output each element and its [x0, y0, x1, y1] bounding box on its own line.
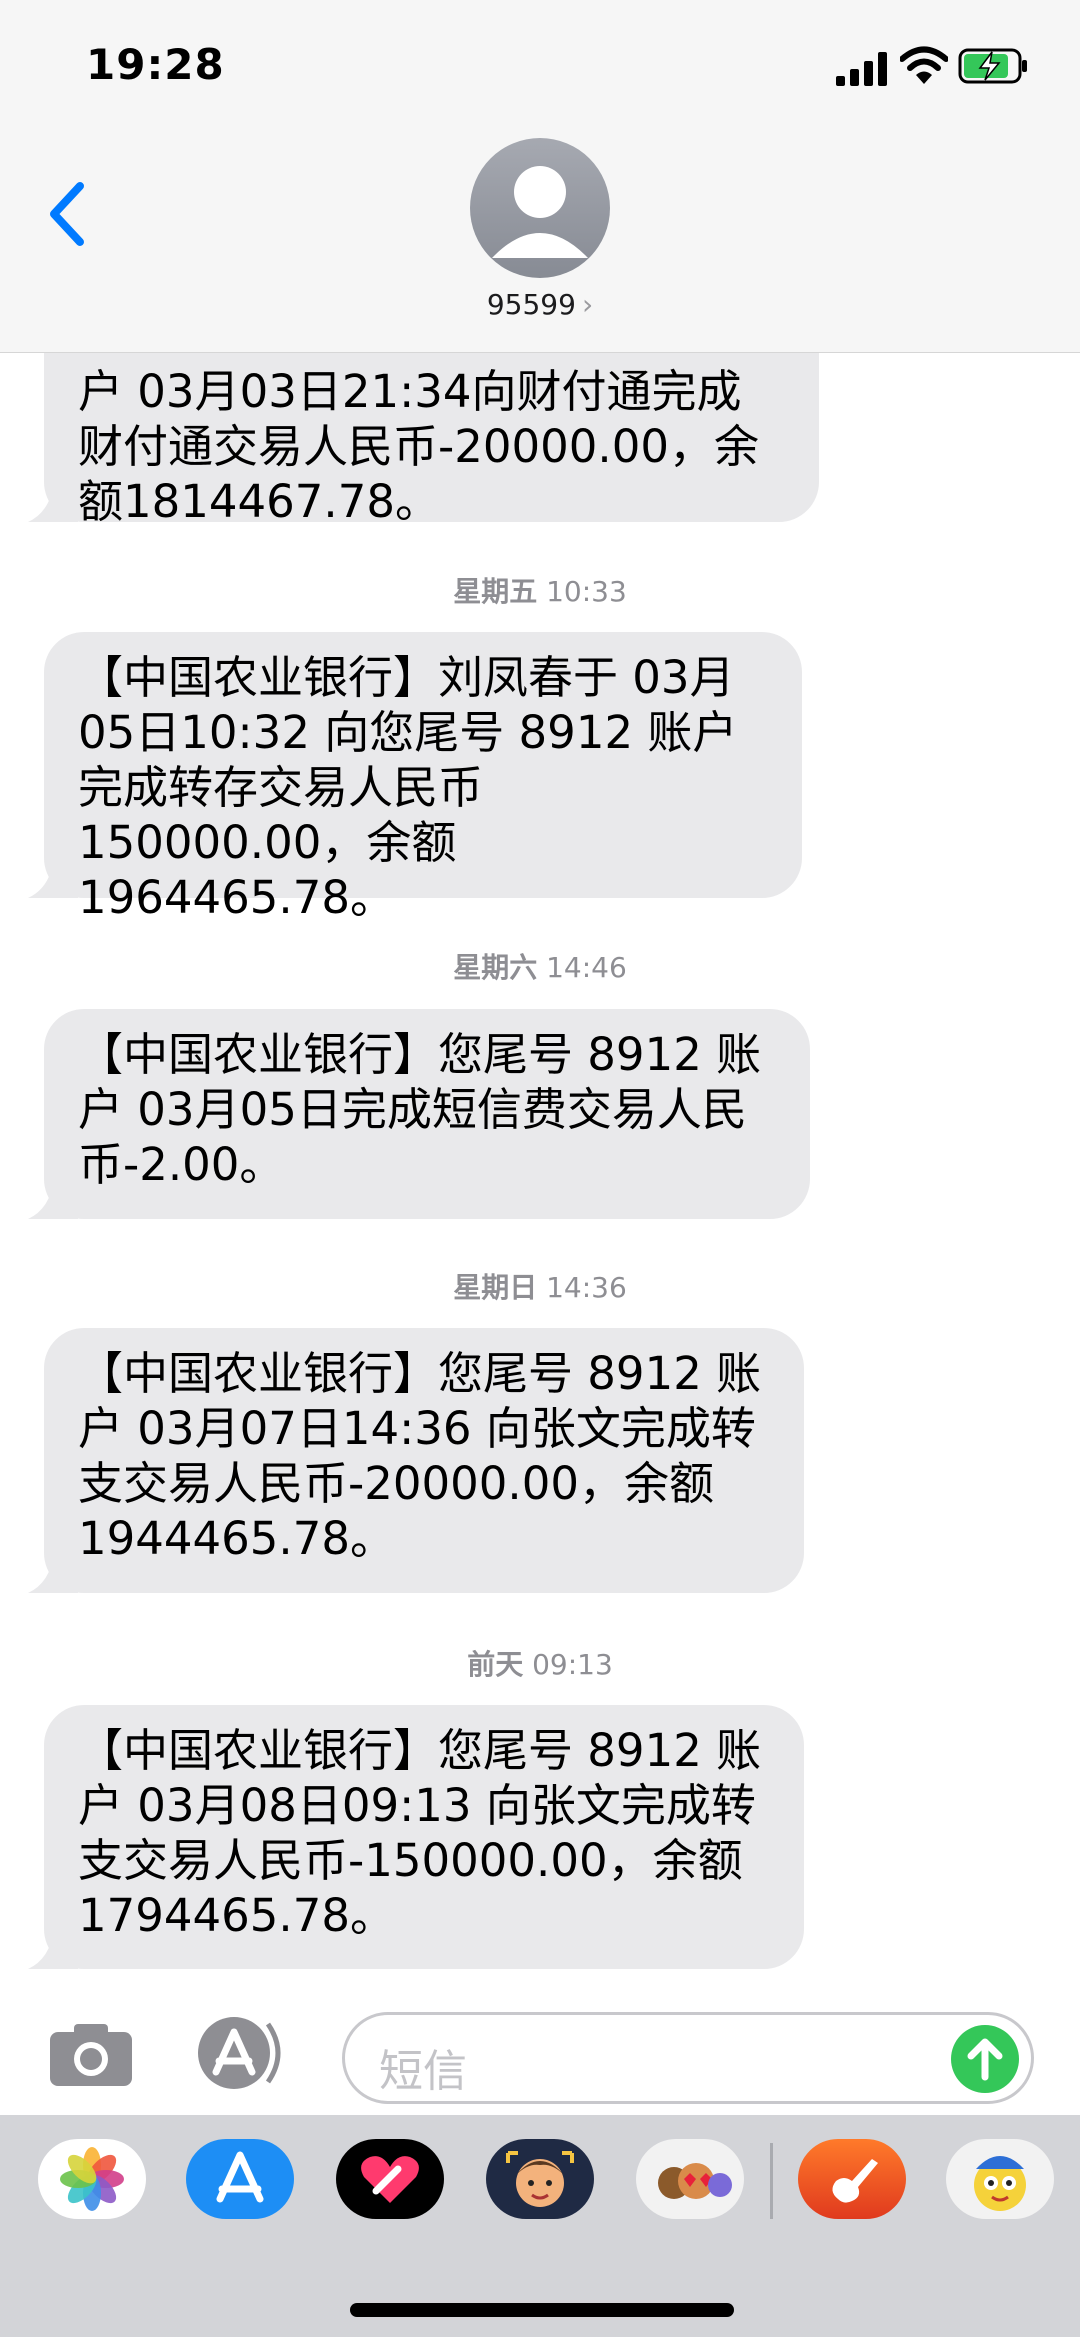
- person-icon: [492, 166, 588, 258]
- message-bubble: 【中国农业银行】您尾号 8912 账户 03月07日14:36 向张文完成转支交…: [28, 1328, 804, 1593]
- contact-name[interactable]: 95599 ›: [0, 288, 1080, 321]
- timestamp-day: 前天: [467, 1648, 524, 1681]
- sticker-app-icon[interactable]: [946, 2139, 1054, 2219]
- message-input[interactable]: 短信: [342, 2012, 1034, 2104]
- timestamp-time: 14:36: [546, 1271, 627, 1304]
- app-store-icon[interactable]: [186, 2139, 294, 2219]
- bubble-tail: [28, 858, 78, 898]
- message-timestamp: 前天 09:13: [0, 1643, 1080, 1683]
- app-strip-divider: [770, 2143, 773, 2219]
- digital-touch-icon[interactable]: [336, 2139, 444, 2219]
- memoji-icon[interactable]: [486, 2139, 594, 2219]
- message-text: 【中国农业银行】您尾号 8912 账户 03月07日14:36 向张文完成转支交…: [78, 1347, 762, 1565]
- timestamp-day: 星期五: [453, 575, 538, 608]
- camera-icon[interactable]: [46, 2020, 136, 2088]
- photos-icon[interactable]: [38, 2139, 146, 2219]
- timestamp-day: 星期日: [453, 1271, 538, 1304]
- timestamp-time: 10:33: [546, 575, 627, 608]
- contact-chevron: ›: [581, 288, 594, 321]
- compose-bar: 短信: [0, 1990, 1080, 2115]
- message-text: 【中国农业银行】您尾号 8912 账户 03月05日完成短信费交易人民币-2.0…: [78, 1028, 762, 1191]
- imessage-app-strip: [0, 2115, 1080, 2337]
- bubble-tail: [28, 1179, 78, 1219]
- message-bubble: 【中国农业银行】您尾号 8912 账户 03月08日09:13 向张文完成转支交…: [28, 1705, 804, 1969]
- message-timestamp: 星期五 10:33: [0, 570, 1080, 610]
- message-timestamp: 星期日 14:36: [0, 1266, 1080, 1306]
- animoji-icon[interactable]: [636, 2139, 744, 2219]
- message-bubble: 【中国农业银行】刘凤春于 03月05日10:32 向您尾号 8912 账户完成转…: [28, 632, 802, 924]
- bubble-tail: [28, 482, 78, 522]
- home-indicator[interactable]: [350, 2303, 734, 2317]
- message-text: 户 03月03日21:34向财付通完成财付通交易人民币-20000.00，余额1…: [78, 365, 759, 528]
- timestamp-time: 14:46: [546, 951, 627, 984]
- bubble-tail: [28, 1929, 78, 1969]
- timestamp-day: 星期六: [453, 951, 538, 984]
- send-button[interactable]: [951, 2025, 1019, 2093]
- message-text: 【中国农业银行】刘凤春于 03月05日10:32 向您尾号 8912 账户完成转…: [78, 651, 738, 924]
- bubble-tail: [28, 1553, 78, 1593]
- timestamp-time: 09:13: [532, 1648, 613, 1681]
- back-chevron-icon[interactable]: [40, 170, 100, 260]
- conversation-header: 95599 ›: [0, 130, 1080, 353]
- contact-avatar[interactable]: [470, 138, 610, 278]
- message-timestamp: 星期六 14:46: [0, 946, 1080, 986]
- message-input-placeholder: 短信: [379, 2046, 467, 2097]
- contact-number: 95599: [486, 288, 576, 321]
- message-text: 【中国农业银行】您尾号 8912 账户 03月08日09:13 向张文完成转支交…: [78, 1724, 762, 1942]
- app-store-button-icon[interactable]: [194, 2016, 294, 2090]
- arrow-up-icon: [967, 2038, 1003, 2081]
- message-bubble: 【中国农业银行】您尾号 8912 账户 03月05日完成短信费交易人民币-2.0…: [28, 1009, 810, 1219]
- garageband-icon[interactable]: [798, 2139, 906, 2219]
